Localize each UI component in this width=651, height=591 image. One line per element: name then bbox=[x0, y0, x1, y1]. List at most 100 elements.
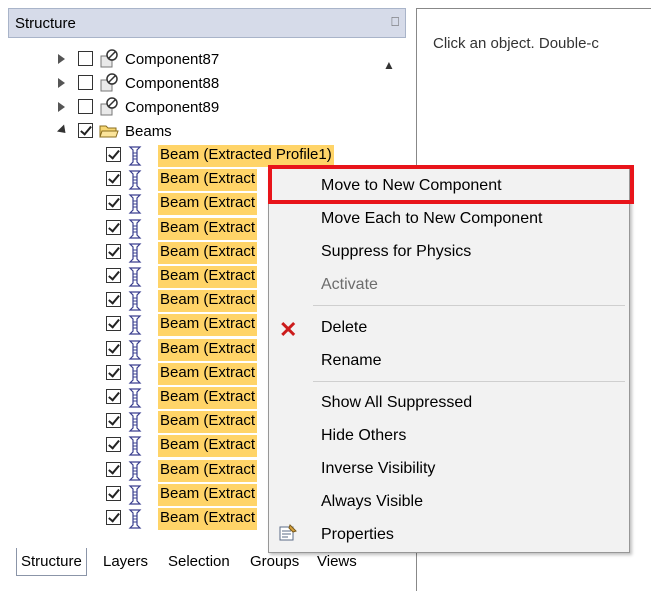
scroll-up-icon[interactable]: ▲ bbox=[383, 58, 395, 72]
beam-icon bbox=[128, 267, 142, 287]
visibility-checkbox[interactable] bbox=[78, 123, 93, 138]
tree-label: Beam (Extract bbox=[158, 169, 258, 192]
menu-separator bbox=[313, 381, 625, 382]
tree-label: Beam (Extract bbox=[158, 338, 258, 361]
menu-item-move-each-to-new-component[interactable]: Move Each to New Component bbox=[269, 204, 629, 234]
menu-item-label: Rename bbox=[321, 352, 382, 369]
tree-label: Beam (Extract bbox=[158, 193, 258, 216]
panel-header: Structure ⎕ bbox=[8, 8, 406, 38]
menu-item-properties[interactable]: Properties bbox=[269, 520, 629, 550]
component-icon bbox=[100, 97, 118, 116]
menu-item-label: Inverse Visibility bbox=[321, 460, 436, 477]
menu-item-activate[interactable]: Activate bbox=[269, 270, 629, 300]
visibility-checkbox[interactable] bbox=[106, 461, 121, 477]
tree-row-component[interactable]: Component87 bbox=[8, 48, 406, 72]
tree-label: Beam (Extracted Profile1) bbox=[158, 145, 334, 167]
visibility-checkbox[interactable] bbox=[78, 99, 93, 114]
beam-icon bbox=[128, 412, 142, 432]
visibility-checkbox[interactable] bbox=[106, 389, 121, 404]
component-icon bbox=[100, 73, 118, 92]
visibility-checkbox[interactable] bbox=[106, 147, 121, 162]
beam-icon bbox=[128, 509, 142, 529]
tree-label: Beam (Extract bbox=[158, 435, 258, 458]
context-menu: Move to New Component Move Each to New C… bbox=[268, 167, 630, 553]
menu-item-label: Show All Suppressed bbox=[321, 394, 473, 411]
annotation-highlight-box bbox=[268, 165, 634, 204]
visibility-checkbox[interactable] bbox=[106, 510, 121, 525]
menu-item-always-visible[interactable]: Always Visible bbox=[269, 487, 629, 517]
visibility-checkbox[interactable] bbox=[106, 268, 121, 283]
beam-icon bbox=[128, 218, 142, 239]
tree-label: Beam (Extract bbox=[158, 290, 258, 313]
tree-label: Beam (Extract bbox=[158, 362, 258, 385]
beam-icon bbox=[128, 170, 142, 190]
menu-item-label: Properties bbox=[321, 526, 394, 543]
folder-icon bbox=[99, 125, 119, 138]
beam-icon bbox=[128, 194, 142, 214]
expand-icon[interactable] bbox=[58, 102, 65, 112]
beam-icon bbox=[128, 460, 142, 481]
tree-row-folder[interactable]: Beams bbox=[8, 120, 406, 144]
beam-icon bbox=[128, 364, 142, 384]
beam-icon bbox=[128, 388, 142, 408]
beam-icon bbox=[128, 436, 142, 456]
tree-label: Beam (Extract bbox=[158, 241, 258, 264]
view-hint-text: Click an object. Double-c bbox=[433, 35, 599, 52]
visibility-checkbox[interactable] bbox=[78, 75, 93, 90]
menu-item-rename[interactable]: Rename bbox=[269, 346, 629, 376]
visibility-checkbox[interactable] bbox=[106, 219, 121, 235]
tab-layers[interactable]: Layers bbox=[103, 548, 148, 576]
visibility-checkbox[interactable] bbox=[106, 171, 121, 187]
component-icon bbox=[100, 49, 118, 68]
beam-icon bbox=[128, 485, 142, 505]
visibility-checkbox[interactable] bbox=[106, 364, 121, 380]
tree-label: Beam (Extract bbox=[158, 411, 258, 434]
visibility-checkbox[interactable] bbox=[106, 292, 121, 308]
beam-icon bbox=[128, 315, 142, 335]
menu-item-label: Activate bbox=[321, 276, 378, 293]
visibility-checkbox[interactable] bbox=[106, 195, 121, 211]
panel-title: Structure bbox=[15, 15, 76, 32]
tab-selection[interactable]: Selection bbox=[168, 548, 230, 576]
menu-item-suppress-for-physics[interactable]: Suppress for Physics bbox=[269, 237, 629, 267]
delete-icon: ✕ bbox=[279, 317, 298, 342]
tree-label: Beam (Extract bbox=[158, 508, 258, 530]
menu-item-hide-others[interactable]: Hide Others bbox=[269, 421, 629, 451]
tree-label: Beam (Extract bbox=[158, 483, 258, 506]
expand-icon[interactable] bbox=[58, 78, 65, 88]
visibility-checkbox[interactable] bbox=[106, 316, 121, 332]
pin-icon[interactable]: ⎕ bbox=[391, 14, 399, 30]
visibility-checkbox[interactable] bbox=[78, 51, 93, 66]
beam-icon bbox=[128, 291, 142, 311]
collapse-icon[interactable] bbox=[56, 124, 70, 137]
tab-structure[interactable]: Structure bbox=[16, 548, 87, 576]
visibility-checkbox[interactable] bbox=[106, 413, 121, 429]
menu-item-label: Always Visible bbox=[321, 493, 423, 510]
properties-icon bbox=[279, 524, 297, 541]
tree-label: Beam (Extract bbox=[158, 459, 258, 482]
menu-item-show-all-suppressed[interactable]: Show All Suppressed bbox=[269, 388, 629, 418]
tree-label: Component87 bbox=[125, 51, 220, 68]
visibility-checkbox[interactable] bbox=[106, 243, 121, 259]
beam-icon bbox=[128, 339, 142, 360]
tree-label: Beam (Extract bbox=[158, 217, 258, 240]
menu-item-label: Hide Others bbox=[321, 427, 407, 444]
tree-row-component[interactable]: Component88 bbox=[8, 72, 406, 96]
beam-icon bbox=[128, 146, 142, 166]
menu-item-delete[interactable]: ✕ Delete bbox=[269, 313, 629, 343]
menu-separator bbox=[313, 305, 625, 306]
menu-item-label: Delete bbox=[321, 319, 368, 336]
tree-row-component[interactable]: Component89 bbox=[8, 96, 406, 120]
visibility-checkbox[interactable] bbox=[106, 437, 121, 453]
expand-icon[interactable] bbox=[58, 54, 65, 64]
tree-label: Component88 bbox=[125, 75, 220, 92]
visibility-checkbox[interactable] bbox=[106, 485, 121, 501]
tree-label: Component89 bbox=[125, 99, 220, 116]
menu-item-inverse-visibility[interactable]: Inverse Visibility bbox=[269, 454, 629, 484]
visibility-checkbox[interactable] bbox=[106, 340, 121, 356]
tree-label: Beam (Extract bbox=[158, 387, 258, 409]
tree-label: Beam (Extract bbox=[158, 266, 258, 288]
beam-icon bbox=[128, 243, 142, 263]
tree-label: Beam (Extract bbox=[158, 314, 258, 337]
tree-label: Beams bbox=[125, 123, 172, 140]
